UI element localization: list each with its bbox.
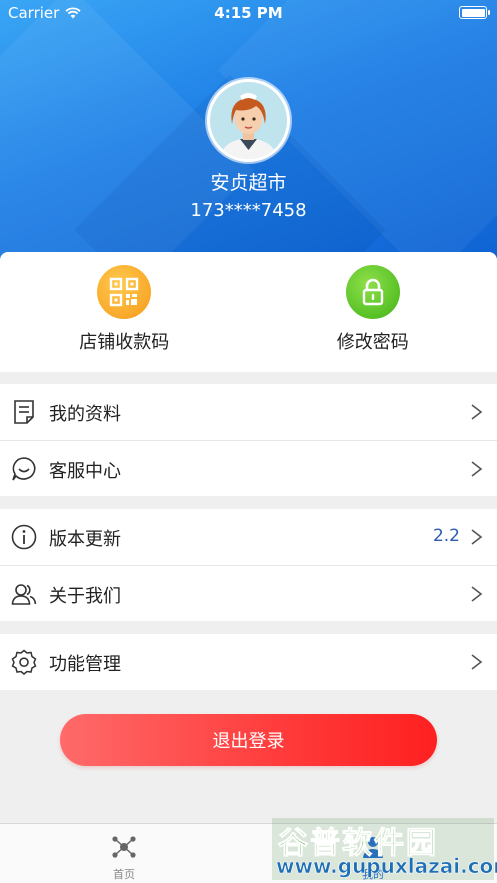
status-time: 4:15 PM: [214, 4, 283, 22]
tab-home-label: 首页: [113, 868, 135, 881]
change-password-button[interactable]: 修改密码: [249, 252, 497, 372]
menu-item-label: 客服中心: [49, 461, 121, 482]
menu-group-1: 我的资料 客服中心: [0, 384, 497, 496]
document-icon: [14, 400, 34, 424]
lock-icon: [345, 265, 400, 319]
watermark-overlay: 谷普软件园 www.gupuxlazai.com: [272, 818, 497, 880]
avatar-portrait-icon: [210, 82, 287, 159]
watermark-url: www.gupuxlazai.com: [276, 854, 497, 879]
chevron-right-icon: [471, 404, 483, 420]
chevron-right-icon: [471, 529, 483, 545]
settings-icon: [11, 649, 37, 675]
tab-home[interactable]: 首页: [0, 824, 248, 883]
users-icon: [11, 584, 37, 605]
menu-item-label: 我的资料: [49, 404, 121, 425]
menu-item-feature-management[interactable]: 功能管理: [0, 634, 497, 690]
menu-item-customer-service[interactable]: 客服中心: [0, 440, 497, 496]
info-icon: [11, 524, 37, 550]
qr-code-icon: [97, 265, 152, 319]
menu-item-version-update[interactable]: 版本更新 2.2: [0, 509, 497, 565]
menu-item-about-us[interactable]: 关于我们: [0, 565, 497, 621]
change-password-label: 修改密码: [336, 332, 409, 353]
menu-item-my-profile[interactable]: 我的资料: [0, 384, 497, 440]
menu-item-label: 关于我们: [49, 586, 121, 607]
menu-item-label: 功能管理: [49, 654, 121, 675]
avatar[interactable]: [207, 79, 290, 162]
molecule-icon: [112, 836, 136, 858]
status-bar: Carrier 4:15 PM: [0, 0, 497, 26]
phone-number: 173****7458: [190, 200, 307, 221]
logout-button[interactable]: 退出登录: [60, 714, 437, 766]
chevron-right-icon: [471, 461, 483, 477]
store-payment-code-button[interactable]: 店铺收款码: [0, 252, 249, 372]
battery-icon: [459, 6, 490, 19]
menu-item-label: 版本更新: [49, 529, 121, 550]
chevron-right-icon: [471, 654, 483, 670]
quick-actions-card: 店铺收款码 修改密码: [0, 252, 497, 372]
menu-group-2: 版本更新 2.2 关于我们: [0, 509, 497, 621]
store-payment-code-label: 店铺收款码: [79, 332, 170, 353]
profile-header: Carrier 4:15 PM 安贞超市 173****7458: [0, 0, 497, 262]
shop-name: 安贞超市: [210, 172, 287, 194]
chat-icon: [12, 457, 36, 481]
version-value: 2.2: [432, 526, 460, 546]
chevron-right-icon: [471, 586, 483, 602]
menu-group-3: 功能管理: [0, 634, 497, 690]
